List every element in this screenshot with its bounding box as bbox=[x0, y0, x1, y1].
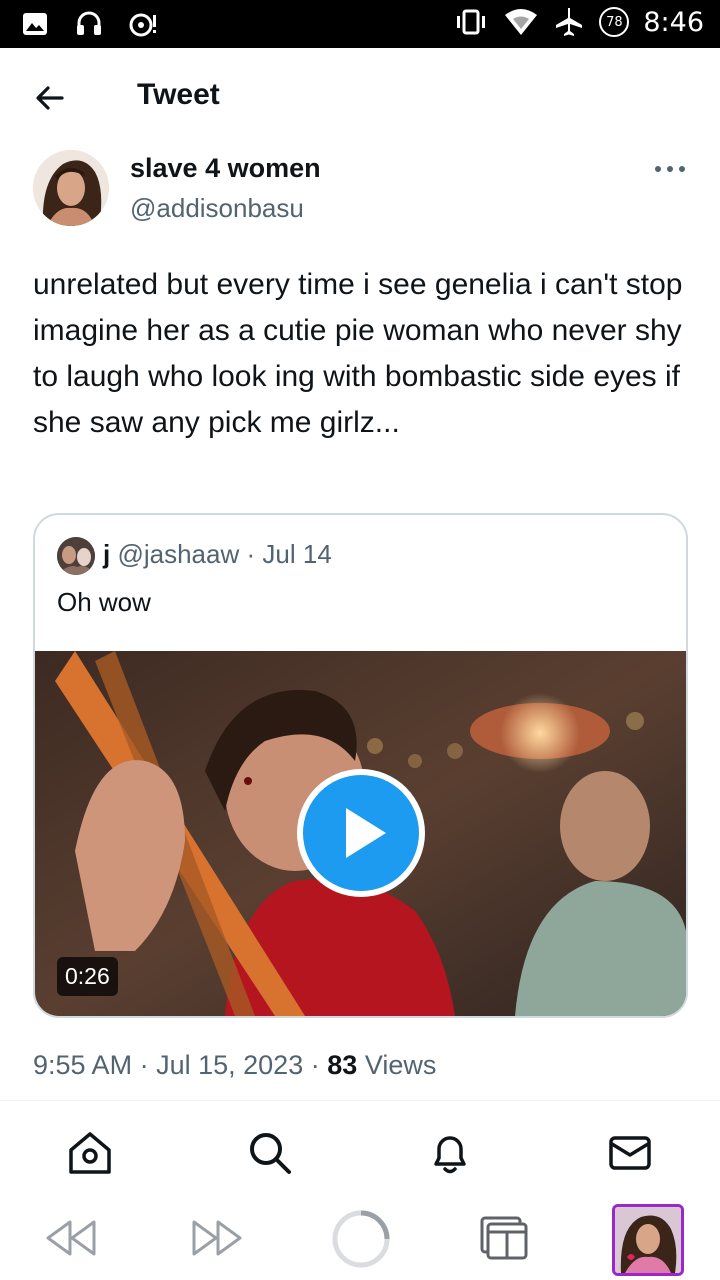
more-options-icon[interactable] bbox=[652, 156, 688, 182]
author-avatar[interactable] bbox=[33, 150, 109, 226]
profile-thumbnail[interactable] bbox=[612, 1204, 684, 1276]
notification-icon bbox=[129, 13, 156, 37]
tweet-date: Jul 15, 2023 bbox=[156, 1050, 304, 1080]
page-title: Tweet bbox=[137, 78, 220, 111]
tweet-meta: 9:55 AM · Jul 15, 2023 · 83 Views bbox=[33, 1050, 436, 1081]
divider bbox=[0, 1100, 720, 1101]
video-duration: 0:26 bbox=[57, 957, 118, 996]
meta-separator: · bbox=[310, 1050, 320, 1080]
views-label: Views bbox=[364, 1050, 437, 1080]
reload-icon[interactable] bbox=[330, 1208, 392, 1270]
battery-level: 78 bbox=[606, 14, 623, 30]
vibrate-icon bbox=[457, 9, 486, 35]
bottom-nav bbox=[0, 1110, 720, 1196]
browser-toolbar bbox=[0, 1196, 720, 1280]
quoted-name: j bbox=[103, 539, 111, 569]
quoted-text: Oh wow bbox=[57, 587, 151, 617]
header: Tweet bbox=[0, 48, 720, 148]
video-thumbnail[interactable]: 0:26 bbox=[35, 651, 686, 1016]
home-icon[interactable] bbox=[65, 1128, 115, 1178]
quoted-tweet[interactable]: j @jashaaw · Jul 14 Oh wow 0:26 bbox=[33, 513, 688, 1018]
status-time: 8:46 bbox=[643, 6, 704, 38]
play-icon[interactable] bbox=[294, 766, 428, 900]
quoted-avatar bbox=[57, 537, 95, 575]
airplane-icon bbox=[556, 8, 583, 36]
quoted-separator: · bbox=[246, 539, 256, 569]
views-count: 83 bbox=[327, 1050, 358, 1080]
author-name[interactable]: slave 4 women bbox=[130, 153, 321, 184]
back-icon[interactable] bbox=[44, 1218, 98, 1258]
image-icon bbox=[23, 13, 47, 35]
notifications-icon[interactable] bbox=[425, 1128, 475, 1178]
meta-separator: · bbox=[139, 1050, 149, 1080]
status-bar: 78 8:46 bbox=[0, 0, 720, 48]
quoted-handle: @jashaaw bbox=[117, 539, 240, 569]
tweet-text: unrelated but every time i see genelia i… bbox=[33, 268, 683, 439]
search-icon[interactable] bbox=[245, 1128, 295, 1178]
wifi-icon bbox=[505, 9, 538, 35]
forward-icon[interactable] bbox=[190, 1218, 244, 1258]
quoted-date: Jul 14 bbox=[262, 539, 332, 569]
tweet-time: 9:55 AM bbox=[33, 1050, 133, 1080]
back-arrow-icon[interactable] bbox=[30, 78, 70, 118]
quoted-meta: j @jashaaw · Jul 14 bbox=[103, 539, 332, 570]
battery-icon: 78 bbox=[599, 7, 630, 37]
headset-icon bbox=[77, 11, 101, 35]
tabs-icon[interactable] bbox=[478, 1214, 530, 1262]
messages-icon[interactable] bbox=[605, 1128, 655, 1178]
author-handle[interactable]: @addisonbasu bbox=[130, 193, 304, 224]
